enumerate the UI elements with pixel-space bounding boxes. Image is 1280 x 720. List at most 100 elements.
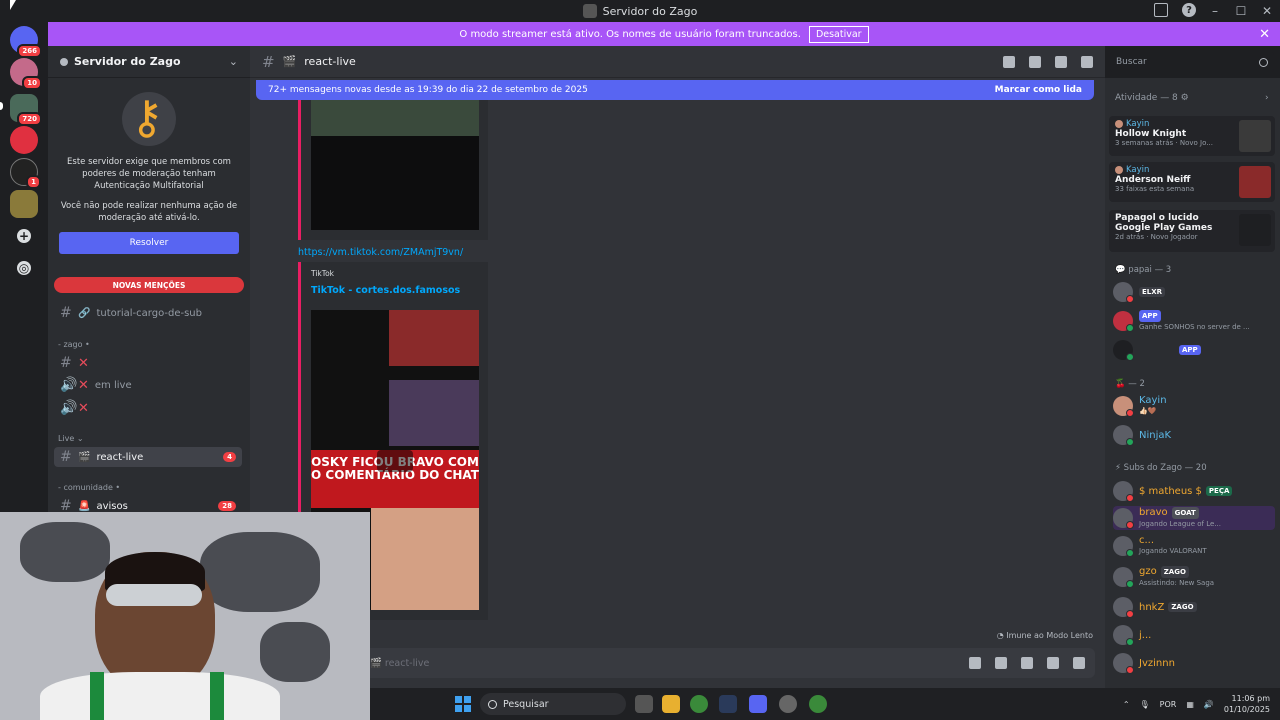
server-icon-v[interactable]: 1 bbox=[10, 158, 41, 189]
message-input[interactable]: 🎬 react-live bbox=[360, 648, 1095, 678]
help-icon[interactable]: ? bbox=[1182, 3, 1196, 17]
member-item[interactable]: NinjaK bbox=[1113, 423, 1275, 447]
close-window-button[interactable]: ✕ bbox=[1254, 0, 1280, 22]
role-tag: GOAT bbox=[1171, 507, 1199, 519]
chrome-icon[interactable] bbox=[690, 695, 708, 713]
app-tag: APP bbox=[1139, 310, 1161, 322]
album-thumbnail bbox=[1239, 166, 1271, 198]
member-name: $ matheus $ bbox=[1139, 485, 1202, 497]
avatar bbox=[1113, 567, 1134, 588]
minimize-button[interactable]: – bbox=[1202, 0, 1228, 22]
server-icon-cherry[interactable] bbox=[10, 126, 38, 154]
member-item[interactable]: Kayin 👍🏻🤎 bbox=[1113, 394, 1275, 418]
discord-icon[interactable] bbox=[749, 695, 767, 713]
gif-icon[interactable] bbox=[995, 657, 1007, 669]
new-mentions-pill[interactable]: NOVAS MENÇÕES bbox=[54, 277, 244, 293]
file-explorer-icon[interactable] bbox=[662, 695, 680, 713]
member-item[interactable]: ELXR bbox=[1113, 280, 1275, 304]
member-item[interactable]: c... Jogando VALORANT bbox=[1113, 534, 1275, 558]
network-icon[interactable]: ▦ bbox=[1186, 700, 1194, 709]
server-icon-5[interactable] bbox=[10, 190, 38, 218]
threads-icon[interactable] bbox=[1003, 55, 1015, 68]
clock-time: 11:06 pm bbox=[1231, 694, 1270, 703]
category-live[interactable]: Live ⌄ bbox=[58, 434, 84, 443]
gift-icon[interactable] bbox=[969, 657, 981, 669]
member-item[interactable]: bravo GOAT Jogando League of Le... bbox=[1113, 506, 1275, 530]
channel-x2[interactable]: 🔊 ✕ bbox=[54, 398, 242, 418]
channel-react-live[interactable]: # 🎬 react-live 4 bbox=[54, 447, 242, 467]
taskbar-search[interactable]: Pesquisar bbox=[480, 693, 626, 715]
activity-card[interactable]: Papagol o lucido Google Play Games 2d at… bbox=[1109, 210, 1275, 252]
shirt-stripe bbox=[90, 672, 104, 720]
windows-start-icon[interactable] bbox=[455, 696, 471, 712]
clock-date: 01/10/2025 bbox=[1223, 705, 1270, 714]
member-name: Jvzinnn bbox=[1139, 657, 1175, 669]
server-header[interactable]: Servidor do Zago ⌄ bbox=[48, 46, 250, 78]
play-icon[interactable] bbox=[377, 450, 413, 472]
avatar bbox=[1113, 282, 1134, 303]
avatar bbox=[1113, 340, 1134, 361]
activity-card[interactable]: Kayin Anderson Neiff 33 faixas esta sema… bbox=[1109, 162, 1275, 202]
server-icon-1[interactable]: 10 bbox=[10, 58, 42, 90]
video-thumbnail[interactable] bbox=[311, 100, 479, 230]
disable-streamer-button[interactable]: Desativar bbox=[808, 25, 869, 43]
member-item[interactable]: APP Ganhe SONHOS no server de ... bbox=[1113, 309, 1275, 333]
channel-tutorial[interactable]: # 🔗 tutorial-cargo-de-sub bbox=[54, 303, 242, 323]
resolve-button[interactable]: Resolver bbox=[59, 232, 239, 254]
member-name: j... bbox=[1139, 629, 1152, 641]
maximize-button[interactable]: ☐ bbox=[1228, 0, 1254, 22]
member-name: Kayin bbox=[1139, 395, 1167, 406]
member-item[interactable]: hnkZ ZAGO bbox=[1113, 595, 1275, 619]
mark-read-button[interactable]: Marcar como lida bbox=[995, 85, 1082, 95]
member-item[interactable]: $ matheus $ PEÇA bbox=[1113, 479, 1275, 503]
pin-icon[interactable] bbox=[1055, 55, 1067, 68]
sticker-icon[interactable] bbox=[1021, 657, 1033, 669]
mic-icon[interactable]: 🎙 bbox=[1140, 700, 1150, 709]
channel-avisos[interactable]: # 🚨 avisos 28 bbox=[54, 496, 242, 512]
new-messages-bar[interactable]: 72+ mensagens novas desde as 19:39 do di… bbox=[256, 80, 1094, 100]
member-item[interactable]: Jvzinnn bbox=[1113, 651, 1275, 675]
app-icon[interactable] bbox=[779, 695, 797, 713]
slow-mode-text: Imune ao Modo Lento bbox=[1006, 631, 1093, 640]
category-comunidade[interactable]: - comunidade • bbox=[58, 483, 120, 492]
category-name: comunidade bbox=[63, 483, 113, 492]
member-item[interactable]: APP bbox=[1113, 338, 1275, 362]
search-input[interactable]: Buscar bbox=[1110, 52, 1274, 72]
chevron-up-icon[interactable]: ⌃ bbox=[1123, 700, 1130, 709]
member-status: Ganhe SONHOS no server de ... bbox=[1139, 323, 1250, 331]
search-icon bbox=[1259, 57, 1268, 67]
server-rail: 266 10 720 1 + ◎ bbox=[0, 22, 48, 512]
member-item[interactable]: gzo ZAGO Assistindo: New Saga bbox=[1113, 565, 1275, 589]
chrome-icon-2[interactable] bbox=[809, 695, 827, 713]
avatar bbox=[1113, 508, 1134, 529]
volume-icon[interactable]: 🔊 bbox=[1204, 700, 1214, 709]
map-landmass bbox=[200, 532, 320, 612]
activity-header-text: Atividade — 8 bbox=[1115, 93, 1178, 103]
members-icon[interactable] bbox=[1081, 55, 1093, 68]
member-item[interactable]: j... bbox=[1113, 623, 1275, 647]
activity-icon[interactable] bbox=[1073, 657, 1085, 669]
tiktok-link[interactable]: https://vm.tiktok.com/ZMAmjT9vn/ bbox=[298, 247, 463, 258]
add-server-icon[interactable]: + bbox=[17, 229, 31, 243]
obs-icon[interactable] bbox=[719, 695, 737, 713]
activity-card[interactable]: Kayin Hollow Knight 3 semanas atrás · No… bbox=[1109, 116, 1275, 156]
channel-em-live[interactable]: 🔊 ✕ em live bbox=[54, 375, 242, 395]
map-landmass bbox=[20, 522, 110, 582]
emoji-icon[interactable] bbox=[1047, 657, 1059, 669]
bell-icon[interactable] bbox=[1029, 55, 1041, 68]
member-name: hnkZ bbox=[1139, 601, 1165, 613]
discord-home-button[interactable]: 266 bbox=[10, 26, 42, 58]
channel-x1[interactable]: # ✕ bbox=[54, 353, 242, 373]
member-name: c... bbox=[1139, 535, 1155, 546]
chevron-right-icon[interactable]: › bbox=[1265, 93, 1269, 103]
embed-title[interactable]: TikTok - cortes.dos.famosos bbox=[311, 285, 460, 296]
clapper-icon: 🎬 bbox=[282, 55, 297, 68]
task-view-icon[interactable] bbox=[635, 695, 653, 713]
inbox-icon[interactable] bbox=[1154, 3, 1168, 17]
discover-icon[interactable]: ◎ bbox=[17, 261, 31, 275]
close-icon[interactable]: ✕ bbox=[1259, 27, 1270, 42]
category-zago[interactable]: - zago • bbox=[58, 340, 90, 349]
server-icon-zago[interactable]: 720 bbox=[10, 94, 42, 126]
language-indicator[interactable]: POR bbox=[1160, 700, 1177, 709]
clock[interactable]: 11:06 pm 01/10/2025 bbox=[1224, 693, 1270, 715]
